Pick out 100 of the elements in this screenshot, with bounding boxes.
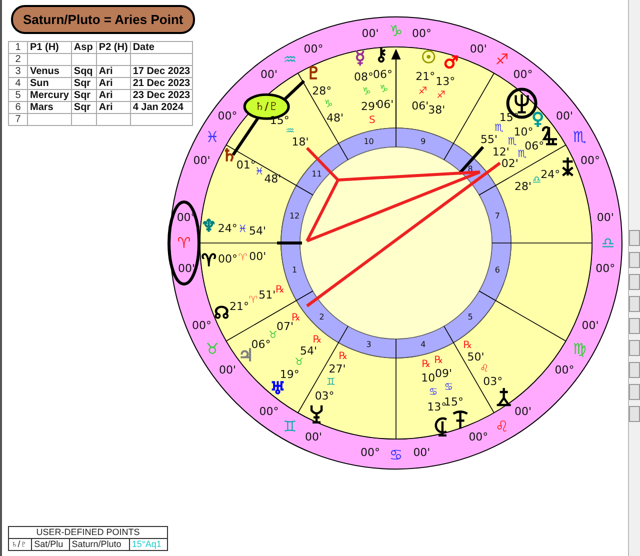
sign-glyph: ♍ [572,340,586,358]
cusp-minute: 00' [582,318,599,332]
house-number: 7 [494,211,500,220]
house-number: 9 [420,137,426,146]
planet-sign: ♓ [254,166,264,178]
planet-degree: 03° [483,374,503,388]
sign-glyph: ♈ [177,234,191,252]
planet-minute: 07' [276,320,294,334]
planet-glyph: ♂ [443,53,459,74]
cusp-minute: 00' [178,262,196,276]
planet-minute: 09' [435,367,452,380]
table-cell: Venus [28,66,72,78]
motion-mark: S [368,114,376,126]
planet-degree: 06° [373,68,392,82]
cusp-degree: 00° [259,405,279,418]
cusp-minute: 00' [362,27,379,40]
motion-mark: ℞ [276,284,285,296]
planet-degree: 28° [312,84,332,98]
house-number: 5 [468,312,473,322]
planet-minute: 00' [249,250,266,263]
planet-glyph: ♅ [270,379,286,400]
planet-degree: 15° [270,114,290,127]
house-number: 10 [364,137,374,146]
planet-minute: 48' [326,112,344,125]
midpoint-glyph: ♄/♇ [254,100,278,114]
motion-mark: ℞ [292,312,301,324]
table-cell: ♄/♇ [8,538,32,550]
motion-mark: ℞ [422,358,431,370]
planet-degree: 21° [230,300,250,313]
planet-glyph: ☿ [354,48,366,68]
planet-minute: 51' [258,288,276,302]
house-number: 12 [289,211,300,220]
table-cell: Saturn/Pluto [69,538,130,550]
sign-glyph: ♒ [283,50,297,68]
planet-sign: ♏ [518,149,527,160]
cusp-minute: 00' [260,68,278,81]
sign-glyph: ♏ [572,128,586,146]
sign-glyph: ♌ [495,418,509,436]
column-header: Date [130,42,193,54]
cusp-degree: 00° [304,42,324,56]
planet-sign: ♉ [268,330,278,342]
planet-sign: ♑ [362,86,372,98]
house-number: 8 [468,164,473,174]
planet-minute: 38' [428,104,446,117]
row-number: 1 [8,42,28,54]
sign-glyph: ♑ [389,22,403,40]
planet-degree: 15° [499,110,519,124]
motion-mark: ℞ [338,350,348,362]
chart-title: Saturn/Pluto = Aries Point [11,5,196,34]
table-cell: 4 Jan 2024 [130,102,193,114]
planet-degree: 21° [416,70,436,84]
table-cell: Mars [28,102,72,114]
planet-degree: 03° [314,390,334,403]
planet-sign: ♊ [326,377,336,388]
planet-degree: 15° [444,395,464,408]
planet-degree: 24° [540,168,560,181]
planet-minute: 12' [492,145,510,158]
column-header: P2 (H) [96,42,130,54]
planet-sign: ♌ [480,364,489,375]
planet-glyph: ♆ [201,216,216,237]
cusp-minute: 00' [556,110,574,123]
cusp-minute: 00' [470,42,487,56]
planet-sign: ♎ [532,174,542,186]
cusp-minute: 00' [218,363,236,376]
planet-sign: ♋ [444,382,454,394]
planet-sign: ♑ [324,99,333,110]
cusp-minute: 00' [193,154,210,168]
planet-sign: ♈ [238,252,248,264]
planet-minute: 48' [264,172,282,186]
planet-glyph: ♃ [238,346,254,366]
planet-minute: 54' [300,344,318,358]
sign-glyph: ♊ [283,418,297,436]
table-cell: Mercury [28,90,72,102]
planet-degree: 06° [251,338,271,352]
column-header: P1 (H) [28,42,72,54]
sign-glyph: ♎ [601,234,615,252]
planet-sign: ♐ [418,86,428,97]
planet-sign: ♐ [436,90,446,102]
table-cell: 17 Dec 2023 [130,66,193,78]
cusp-degree: 00° [412,27,432,40]
planet-degree: 08° [354,70,374,84]
planet-glyph: ♄ [222,146,237,166]
motion-mark: ℞ [312,334,322,346]
planet-sign: ♋ [428,386,438,398]
planet-glyph: ♀ [532,110,544,130]
planet-minute: 06' [376,98,394,111]
cusp-minute: 00' [413,446,430,459]
planet-degree: 24° [218,222,238,235]
planet-degree: 13° [427,400,447,414]
planet-minute: 29' [360,100,378,114]
planet-degree: 00° [218,252,238,266]
house-number: 1 [292,266,298,275]
cusp-degree: 00° [192,318,212,332]
table-heading: USER-DEFINED POINTS [8,526,168,538]
planet-glyph: ♇ [306,64,322,84]
planet-glyph: ⚷ [375,46,388,66]
table-cell: Sat/Plu [32,538,70,550]
sign-glyph: ♐ [495,50,509,68]
planet-sign: ♈ [248,295,258,306]
table-cell: 21 Dec 2023 [130,78,193,90]
